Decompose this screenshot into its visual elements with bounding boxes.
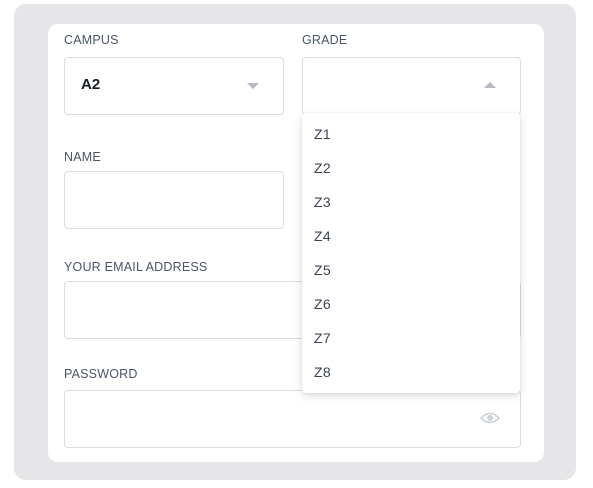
name-label: NAME — [64, 150, 101, 164]
password-label: PASSWORD — [64, 367, 138, 381]
grade-option[interactable]: Z3 — [302, 185, 520, 219]
grade-option[interactable]: Z4 — [302, 219, 520, 253]
grade-option[interactable]: Z8 — [302, 355, 520, 389]
grade-option[interactable]: Z6 — [302, 287, 520, 321]
chevron-down-icon[interactable] — [247, 83, 259, 89]
campus-selected-value: A2 — [81, 76, 101, 93]
grade-option[interactable]: Z5 — [302, 253, 520, 287]
eye-icon[interactable] — [480, 411, 500, 425]
grade-option[interactable]: Z1 — [302, 117, 520, 151]
email-label: YOUR EMAIL ADDRESS — [64, 260, 208, 274]
password-field[interactable] — [64, 390, 521, 448]
grade-select[interactable] — [302, 57, 521, 115]
grade-label: GRADE — [302, 33, 348, 47]
grade-dropdown-menu: Z1 Z2 Z3 Z4 Z5 Z6 Z7 Z8 — [302, 113, 520, 393]
campus-label: CAMPUS — [64, 33, 119, 47]
grade-option[interactable]: Z7 — [302, 321, 520, 355]
chevron-up-icon[interactable] — [484, 82, 496, 88]
campus-select[interactable]: A2 — [64, 57, 284, 115]
grade-option[interactable]: Z2 — [302, 151, 520, 185]
name-field[interactable] — [64, 171, 284, 229]
